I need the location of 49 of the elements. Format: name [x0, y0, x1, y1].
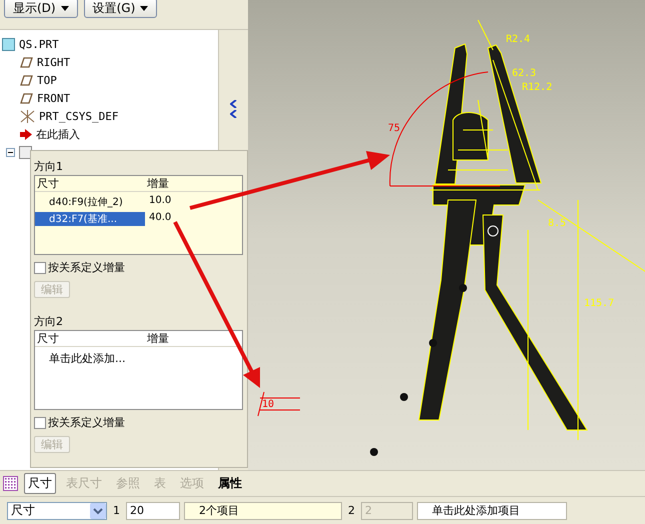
dimension-label: R2.4	[506, 34, 530, 45]
checkbox-label: 按关系定义增量	[48, 260, 125, 275]
tree-item[interactable]: FRONT	[37, 92, 70, 104]
dimension-label: 62.3	[512, 68, 536, 79]
menu-button[interactable]: 显示(D)	[4, 0, 78, 18]
dimension-label: R12.2	[522, 82, 552, 93]
plane-icon	[20, 92, 33, 104]
checkbox-label: 按关系定义增量	[48, 415, 125, 430]
dimension-label: 115.7	[584, 298, 614, 309]
checkbox[interactable]	[34, 416, 46, 428]
tree-item[interactable]: TOP	[37, 74, 57, 86]
tree-item[interactable]: RIGHT	[37, 56, 70, 68]
tab[interactable]: 属性	[214, 473, 246, 494]
collapse-icon[interactable]	[6, 148, 15, 156]
plane-icon	[20, 56, 33, 68]
caret-icon	[140, 6, 148, 10]
add-item-prompt[interactable]: 单击此处添加...	[35, 347, 242, 366]
column-header: 增量	[146, 176, 170, 191]
count-field[interactable]: 20	[126, 502, 180, 520]
grid-icon[interactable]	[3, 476, 18, 491]
dimension-label: 75	[388, 123, 400, 134]
column-header: 尺寸	[36, 331, 60, 346]
items-field[interactable]: 2个项目	[184, 502, 342, 520]
feature-icon	[19, 146, 32, 158]
part-icon	[2, 38, 15, 50]
tree-item[interactable]: QS.PRT	[19, 38, 59, 50]
table-cell[interactable]: d32:F7(基准...	[35, 212, 145, 226]
type-dropdown[interactable]: 尺寸	[7, 502, 107, 520]
plane-icon	[20, 74, 33, 86]
menu-button[interactable]: 设置(G)	[84, 0, 158, 18]
column-header: 增量	[146, 331, 170, 346]
section-title: 方向1	[34, 159, 64, 174]
tree-item[interactable]: 在此插入	[36, 126, 80, 142]
table-cell[interactable]: d40:F9(拉伸_2)	[35, 195, 145, 209]
caret-icon	[60, 6, 69, 10]
tree-item[interactable]: PRT_CSYS_DEF	[39, 110, 118, 122]
section-title: 方向2	[34, 314, 64, 329]
tab[interactable]: 尺寸	[24, 473, 56, 494]
dimension-label: 8.5	[548, 218, 566, 229]
checkbox[interactable]	[34, 262, 46, 274]
direction-number: 1	[113, 504, 120, 517]
table-cell[interactable]: 10.0	[145, 195, 205, 209]
dimension-label: 10	[262, 399, 274, 410]
direction-number: 2	[348, 504, 355, 517]
dropdown-icon[interactable]	[90, 502, 106, 518]
table-cell[interactable]: 40.0	[145, 212, 205, 226]
arrow-icon	[20, 128, 32, 140]
column-header: 尺寸	[36, 176, 60, 191]
coordinate-system-icon	[20, 110, 35, 122]
